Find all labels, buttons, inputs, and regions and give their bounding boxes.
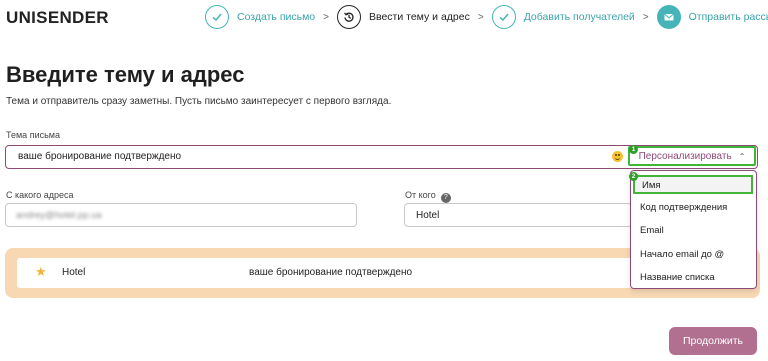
- emoji-icon[interactable]: [612, 151, 623, 162]
- step-label: Добавить получателей: [523, 11, 635, 23]
- dropdown-item-confirmation-code[interactable]: Код подтверждения: [631, 196, 755, 219]
- step-create-letter[interactable]: Создать письмо: [205, 5, 315, 29]
- email-preview-row: ★ Hotel ваше бронирование подтверждено: [17, 258, 637, 288]
- dropdown-item-email-prefix[interactable]: Начало email до @: [631, 243, 755, 266]
- personalization-dropdown: Имя Код подтверждения Email Начало email…: [630, 170, 757, 289]
- envelope-icon: [656, 5, 681, 29]
- step-label: Ввести тему и адрес: [369, 11, 470, 23]
- page-subtitle: Тема и отправитель сразу заметны. Пусть …: [6, 96, 392, 107]
- subject-value: ваше бронирование подтверждено: [18, 151, 182, 162]
- step-send-campaign[interactable]: Отправить рассылку: [656, 5, 768, 29]
- step-label: Создать письмо: [237, 11, 316, 23]
- from-name-field[interactable]: Hotel: [404, 203, 632, 227]
- preview-subject: ваше бронирование подтверждено: [249, 267, 413, 278]
- star-icon: ★: [35, 264, 47, 279]
- continue-button[interactable]: Продолжить: [669, 327, 757, 355]
- chevron-up-icon: ⌃: [738, 151, 746, 161]
- step-subject-address[interactable]: Ввести тему и адрес: [337, 5, 470, 29]
- from-address-field[interactable]: andrey@hotel.pp.ua: [5, 203, 357, 227]
- history-icon: [337, 5, 361, 29]
- help-icon[interactable]: ?: [440, 193, 451, 203]
- from-name-value: Hotel: [416, 210, 440, 221]
- wizard-steps: Создать письмо > Ввести тему и адрес > Д…: [205, 4, 768, 30]
- step-add-recipients[interactable]: Добавить получателей: [491, 5, 635, 29]
- personalize-label: Персонализировать: [638, 150, 732, 162]
- page-title: Введите тему и адрес: [6, 62, 245, 87]
- step-separator: >: [642, 11, 649, 23]
- personalize-button[interactable]: Персонализировать ⌃: [628, 146, 756, 166]
- from-address-value: andrey@hotel.pp.ua: [16, 210, 102, 221]
- check-icon: [491, 5, 516, 29]
- unisender-logo[interactable]: UNISENDER: [6, 8, 109, 28]
- dropdown-item-name[interactable]: Имя: [633, 175, 753, 194]
- check-icon: [205, 5, 229, 29]
- step-label: Отправить рассылку: [688, 11, 768, 23]
- dropdown-item-email[interactable]: Email: [631, 219, 755, 242]
- from-name-label-text: От кого: [405, 190, 436, 200]
- step-badge: 1: [629, 145, 638, 154]
- subject-label: Тема письма: [6, 130, 60, 140]
- step-badge: 2: [629, 172, 638, 181]
- from-address-label: С какого адреса: [6, 190, 74, 200]
- step-separator: >: [323, 11, 329, 23]
- preview-sender: Hotel: [62, 267, 86, 278]
- from-name-label: От кого?: [405, 190, 451, 203]
- dropdown-item-list-name[interactable]: Название списка: [631, 266, 755, 289]
- step-separator: >: [477, 11, 484, 23]
